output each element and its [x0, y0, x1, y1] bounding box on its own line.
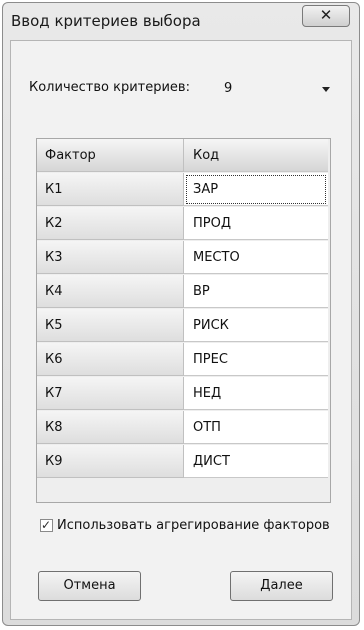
code-cell[interactable]: ВР [184, 275, 328, 308]
code-cell[interactable]: ЗАР [184, 173, 328, 206]
criteria-count-label: Количество критериев: [29, 80, 190, 95]
aggregate-label: Использовать агрегирование факторов [57, 518, 330, 533]
grid-header-row: Фактор Код [37, 139, 330, 173]
factor-cell[interactable]: К8 [37, 411, 184, 444]
next-button[interactable]: Далее [230, 571, 333, 601]
code-cell[interactable]: МЕСТО [184, 241, 328, 274]
factor-cell[interactable]: К7 [37, 377, 184, 410]
code-cell[interactable]: РИСК [184, 309, 328, 342]
code-cell[interactable]: ДИСТ [184, 445, 328, 478]
table-row: К5 РИСК [37, 309, 330, 343]
cancel-button[interactable]: Отмена [38, 571, 141, 601]
criteria-count-value: 9 [224, 81, 233, 96]
factor-cell[interactable]: К3 [37, 241, 184, 274]
close-button[interactable]: ✕ [302, 5, 350, 27]
window-title: Ввод критериев выбора [11, 12, 201, 30]
code-cell[interactable]: ОТП [184, 411, 328, 444]
factor-cell[interactable]: К5 [37, 309, 184, 342]
title-bar: Ввод критериев выбора ✕ [3, 3, 359, 39]
column-header-factor[interactable]: Фактор [37, 139, 184, 172]
factor-cell[interactable]: К9 [37, 445, 184, 478]
column-header-code[interactable]: Код [184, 139, 328, 172]
table-row: К4 ВР [37, 275, 330, 309]
aggregate-checkbox[interactable]: ✓ [40, 518, 53, 532]
factor-cell[interactable]: К1 [37, 173, 184, 206]
table-row: К9 ДИСТ [37, 445, 330, 479]
criteria-grid: Фактор Код К1 ЗАР К2 ПРОД К3 МЕСТО К4 ВР… [36, 138, 331, 503]
table-row: К7 НЕД [37, 377, 330, 411]
table-row: К8 ОТП [37, 411, 330, 445]
code-cell[interactable]: ПРОД [184, 207, 328, 240]
code-cell[interactable]: НЕД [184, 377, 328, 410]
chevron-down-icon [322, 87, 330, 92]
close-icon: ✕ [319, 6, 333, 24]
table-row: К2 ПРОД [37, 207, 330, 241]
code-cell[interactable]: ПРЕС [184, 343, 328, 376]
table-row: К6 ПРЕС [37, 343, 330, 377]
factor-cell[interactable]: К2 [37, 207, 184, 240]
table-row: К3 МЕСТО [37, 241, 330, 275]
criteria-count-dropdown[interactable]: 9 [218, 76, 340, 102]
checkmark-icon: ✓ [41, 518, 52, 532]
table-row: К1 ЗАР [37, 173, 330, 207]
factor-cell[interactable]: К6 [37, 343, 184, 376]
factor-cell[interactable]: К4 [37, 275, 184, 308]
